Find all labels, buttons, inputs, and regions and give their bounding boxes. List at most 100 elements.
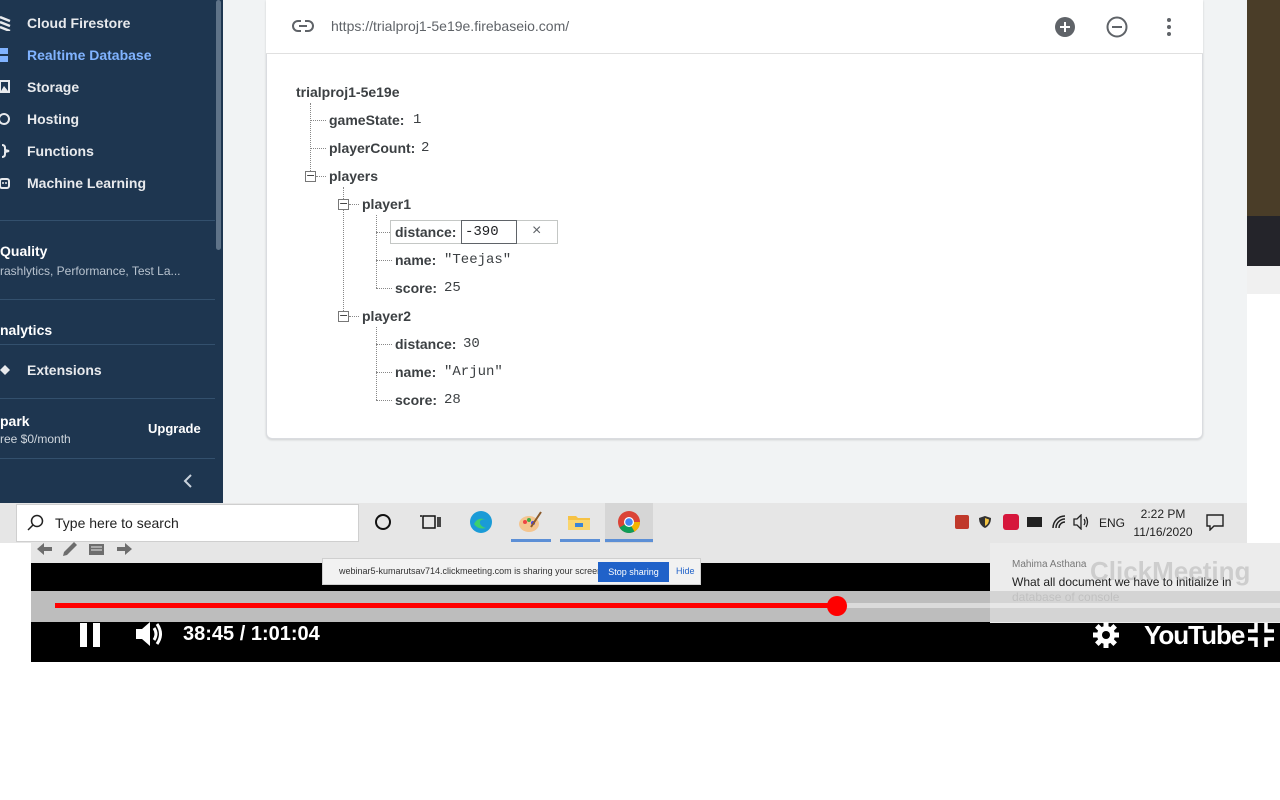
volume-icon[interactable] [1073, 513, 1091, 535]
video-progress-scrubber[interactable] [827, 596, 847, 616]
sidebar-item-label: Hosting [27, 111, 80, 127]
plan-name: park [0, 413, 30, 429]
taskbar-search-placeholder[interactable]: Type here to search [55, 515, 179, 531]
sidebar-item-functions[interactable]: Functions [0, 137, 94, 165]
chat-author: Mahima Asthana [1012, 559, 1087, 570]
tree-connector [349, 204, 359, 205]
tree-connector [310, 148, 326, 149]
database-url[interactable]: https://trialproj1-5e19e.firebaseio.com/ [331, 18, 569, 34]
ml-icon [0, 176, 27, 190]
sidebar-item-extensions[interactable]: Extensions [0, 356, 102, 384]
tray-app-icon[interactable] [1003, 514, 1019, 530]
chevron-left-icon[interactable] [183, 474, 193, 493]
hide-share-bar-button[interactable]: Hide [676, 566, 695, 576]
tree-value-playercount[interactable]: 2 [421, 140, 429, 156]
screen-share-text: webinar5-kumarutsav714.clickmeeting.com … [339, 566, 605, 576]
redo-arrow-icon[interactable] [115, 541, 133, 557]
tree-root[interactable]: trialproj1-5e19e [296, 84, 400, 100]
tree-key-player2[interactable]: player2 [362, 308, 411, 324]
sidebar-item-cloud-firestore[interactable]: Cloud Firestore [0, 9, 130, 37]
notifications-icon[interactable] [1206, 514, 1224, 536]
edge-icon[interactable] [468, 509, 494, 535]
pencil-icon[interactable] [61, 541, 79, 557]
tree-key-playercount[interactable]: playerCount: [329, 140, 415, 156]
volume-icon[interactable] [134, 619, 166, 654]
tree-value-player2-name[interactable]: "Arjun" [444, 364, 503, 380]
wifi-icon[interactable] [1051, 514, 1067, 535]
sidebar-item-hosting[interactable]: Hosting [0, 105, 79, 133]
settings-gear-icon[interactable] [1092, 621, 1120, 654]
tree-connector [310, 120, 326, 121]
section-title-quality[interactable]: Quality [0, 243, 47, 259]
video-progress-fill [55, 603, 837, 608]
tree-key-player1[interactable]: player1 [362, 196, 411, 212]
collapse-toggle-player2[interactable]: − [338, 310, 349, 322]
exit-fullscreen-icon[interactable] [1246, 621, 1276, 654]
tree-value-player1-score[interactable]: 25 [444, 280, 461, 296]
close-icon[interactable]: × [532, 222, 541, 240]
sidebar-item-machine-learning[interactable]: Machine Learning [0, 169, 146, 197]
tree-key-gamestate[interactable]: gameState: [329, 112, 404, 128]
chrome-icon[interactable] [616, 509, 642, 535]
file-explorer-icon[interactable] [566, 509, 592, 535]
link-icon [292, 18, 314, 39]
remove-icon[interactable] [1106, 16, 1128, 38]
sidebar-item-label: Extensions [27, 362, 102, 378]
more-vert-icon[interactable] [1158, 16, 1180, 38]
tree-key-player2-score[interactable]: score: [395, 392, 437, 408]
search-icon [27, 514, 45, 537]
task-view-icon[interactable] [418, 509, 444, 535]
tree-connector [376, 327, 377, 400]
shield-icon[interactable] [978, 515, 992, 529]
divider [0, 299, 215, 300]
tree-key-players[interactable]: players [329, 168, 378, 184]
section-title-analytics[interactable]: nalytics [0, 322, 52, 338]
tree-value-player2-distance[interactable]: 30 [463, 336, 480, 352]
pause-icon[interactable] [79, 622, 101, 653]
sidebar-item-realtime-database[interactable]: Realtime Database [0, 41, 152, 69]
section-subtitle-quality: rashlytics, Performance, Test La... [0, 264, 181, 278]
collapse-toggle-players[interactable]: − [305, 170, 316, 182]
divider [0, 398, 215, 399]
tree-connector [376, 400, 392, 401]
language-indicator[interactable]: ENG [1099, 516, 1125, 530]
divider [0, 220, 215, 221]
tree-value-gamestate[interactable]: 1 [413, 112, 421, 128]
tree-key-player1-name[interactable]: name: [395, 252, 436, 268]
tray-time[interactable]: 2:22 PM [1133, 507, 1193, 521]
functions-icon [0, 144, 27, 158]
tray-date[interactable]: 11/16/2020 [1133, 525, 1193, 539]
database-icon [0, 47, 27, 63]
plan-price: ree $0/month [0, 432, 71, 446]
tree-connector [316, 176, 326, 177]
stop-sharing-button[interactable]: Stop sharing [598, 562, 669, 582]
undo-arrow-icon[interactable] [36, 541, 54, 557]
collapse-toggle-player1[interactable]: − [338, 198, 349, 210]
sidebar-item-label: Functions [27, 143, 94, 159]
tree-key-player1-score[interactable]: score: [395, 280, 437, 296]
cortana-icon[interactable] [370, 509, 396, 535]
sidebar-item-label: Cloud Firestore [27, 15, 131, 31]
tray-app-icon[interactable] [955, 515, 969, 529]
sidebar-item-storage[interactable]: Storage [0, 73, 79, 101]
tree-value-player2-score[interactable]: 28 [444, 392, 461, 408]
firestore-icon [0, 15, 27, 31]
upgrade-button[interactable]: Upgrade [148, 421, 201, 436]
tree-key-player1-distance[interactable]: distance: [395, 224, 456, 240]
tree-connector [376, 344, 392, 345]
notes-icon[interactable] [88, 541, 106, 557]
add-icon[interactable] [1054, 16, 1076, 38]
tree-value-player1-name[interactable]: "Teejas" [444, 252, 511, 268]
paint-icon[interactable] [517, 509, 543, 535]
distance-edit-input[interactable]: -390 [461, 220, 517, 244]
video-time-readout: 38:45 / 1:01:04 [183, 623, 320, 645]
hosting-icon [0, 112, 27, 126]
divider [0, 458, 215, 459]
tree-key-player2-distance[interactable]: distance: [395, 336, 456, 352]
tree-key-player2-name[interactable]: name: [395, 364, 436, 380]
tree-connector [376, 232, 390, 233]
battery-icon[interactable] [1027, 517, 1042, 527]
active-app-indicator [605, 539, 653, 542]
sidebar-scrollbar[interactable] [216, 0, 221, 250]
youtube-logo[interactable]: YouTube [1144, 620, 1245, 651]
